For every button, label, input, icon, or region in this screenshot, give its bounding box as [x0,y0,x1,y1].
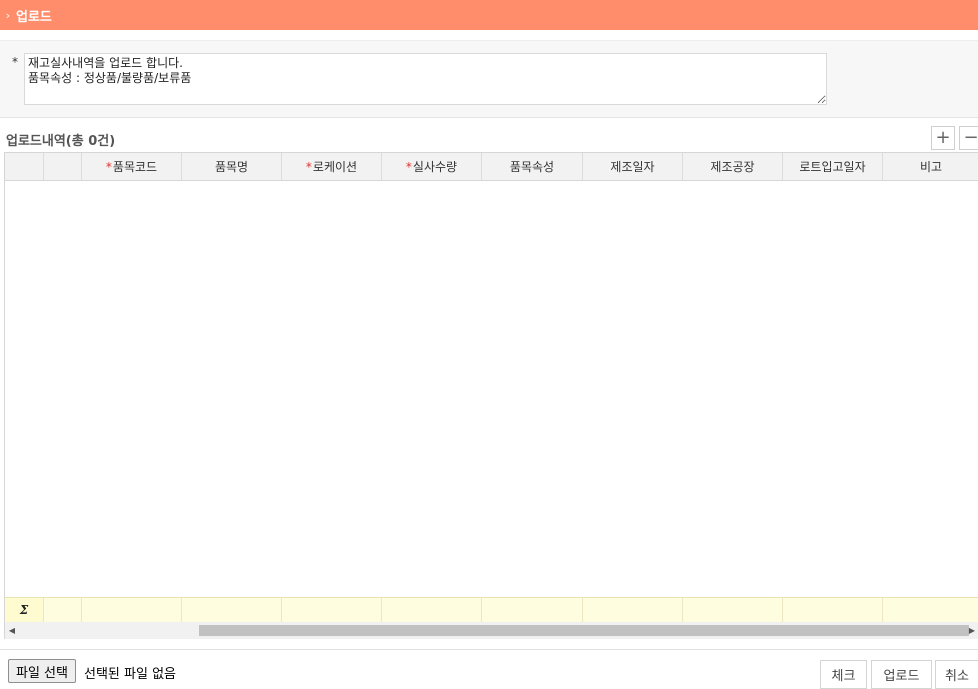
minus-icon: − [963,127,978,148]
summary-cell [382,598,482,622]
plus-icon: + [935,127,951,148]
header-cell-actual-qty[interactable]: * 실사수량 [382,153,482,180]
window-titlebar: › 업로드 [0,0,978,30]
summary-cell [683,598,783,622]
scroll-left-icon[interactable]: ◀ [5,622,19,639]
summary-cell [783,598,883,622]
header-cell-item-name[interactable]: 품목명 [182,153,282,180]
header-cell-item-attribute[interactable]: 품목속성 [482,153,583,180]
divider [0,649,978,650]
summary-cell [883,598,978,622]
notice-textarea[interactable] [24,53,827,105]
grid-body[interactable] [5,181,978,597]
notice-panel: * [0,40,978,118]
summary-cell [282,598,382,622]
header-cell-rownum[interactable] [5,153,44,180]
header-cell-lot-receipt-date[interactable]: 로트입고일자 [783,153,883,180]
summary-cell [44,598,82,622]
remove-row-button[interactable]: − [959,126,978,150]
file-select-button[interactable]: 파일 선택 [8,659,76,683]
notice-marker: * [12,55,18,69]
grid-header-row: * 품목코드 품목명 * 로케이션 * 실사수량 품목속성 제조일자 제조공장 로트입… [5,153,978,181]
summary-sigma-cell: Σ [5,598,44,622]
header-cell-item-code[interactable]: * 품목코드 [82,153,182,180]
horizontal-scrollbar[interactable]: ◀ ▶ [5,622,978,639]
summary-cell [482,598,583,622]
header-cell-remarks[interactable]: 비고 [883,153,978,180]
upload-grid[interactable]: * 품목코드 품목명 * 로케이션 * 실사수량 품목속성 제조일자 제조공장 로트입… [4,152,978,639]
file-status-text: 선택된 파일 없음 [84,667,176,682]
header-cell-mfg-date[interactable]: 제조일자 [583,153,683,180]
cancel-button[interactable]: 취소 [935,660,978,689]
required-mark: * [305,159,312,174]
grid-summary-row: Σ [5,597,978,622]
header-cell-select[interactable] [44,153,82,180]
summary-cell [82,598,182,622]
sigma-icon: Σ [19,603,29,617]
required-mark: * [105,159,112,174]
required-mark: * [405,159,412,174]
upload-button[interactable]: 업로드 [871,660,932,689]
chevron-right-icon: › [5,8,11,22]
summary-cell [583,598,683,622]
scrollbar-thumb[interactable] [199,625,969,636]
grid-title: 업로드내역(총 0건) [6,134,116,149]
window-title: 업로드 [16,9,52,25]
check-button[interactable]: 체크 [820,660,867,689]
header-cell-mfg-plant[interactable]: 제조공장 [683,153,783,180]
summary-cell [182,598,282,622]
scroll-right-icon[interactable]: ▶ [965,622,978,639]
add-row-button[interactable]: + [931,126,955,150]
header-cell-location[interactable]: * 로케이션 [282,153,382,180]
